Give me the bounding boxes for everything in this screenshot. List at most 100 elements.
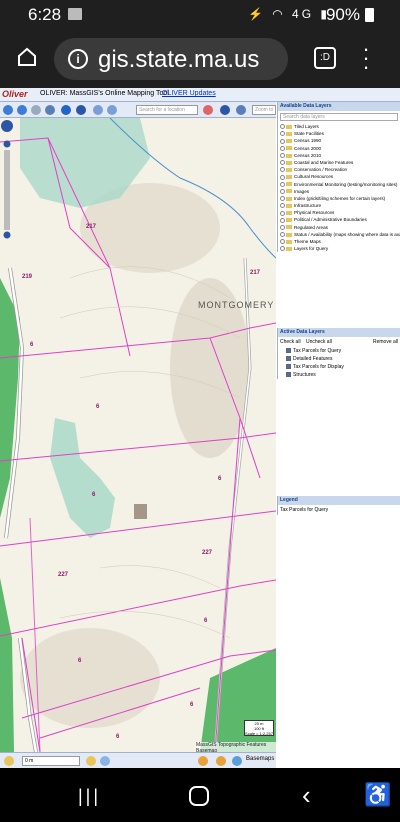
folder-icon: [286, 211, 292, 216]
uncheck-all-button[interactable]: Uncheck all: [306, 339, 332, 345]
layers-icon[interactable]: [232, 756, 242, 766]
expand-icon[interactable]: [280, 153, 285, 159]
layer-folder-label: Physical Resources: [294, 210, 335, 216]
clear-icon[interactable]: [203, 105, 213, 115]
info-icon[interactable]: i: [68, 49, 88, 69]
parcel-label: 227: [202, 550, 213, 556]
accessibility-icon[interactable]: ♿: [364, 782, 391, 808]
layer-folder-item[interactable]: Political / Administrative Boundaries: [278, 216, 400, 223]
overflow-menu-icon[interactable]: · · ·: [362, 38, 370, 78]
layer-folder-item[interactable]: Images: [278, 188, 400, 195]
layer-folder-item[interactable]: Regulated Areas: [278, 224, 400, 231]
back-icon[interactable]: ‹: [302, 780, 311, 811]
layer-folder-label: Cultural Resources: [294, 174, 334, 180]
pencil-icon[interactable]: [4, 756, 14, 766]
zoom-box-icon[interactable]: [31, 105, 41, 115]
info-tool-icon[interactable]: [220, 105, 230, 115]
folder-icon: [286, 146, 292, 151]
active-layer-item[interactable]: Structures: [278, 371, 400, 379]
expand-icon[interactable]: [280, 203, 285, 209]
layer-checkbox[interactable]: [286, 372, 291, 378]
expand-icon[interactable]: [280, 239, 285, 245]
expand-icon[interactable]: [280, 160, 285, 166]
layer-folder-label: Coastal and Marine Features: [294, 159, 354, 165]
folder-icon: [286, 131, 292, 136]
expand-icon[interactable]: [280, 196, 285, 202]
oliver-updates-link[interactable]: OLIVER Updates: [162, 90, 216, 97]
check-all-button[interactable]: Check all: [280, 339, 301, 345]
layer-folder-label: Status / Availability (maps showing wher…: [294, 231, 400, 237]
expand-icon[interactable]: [280, 246, 285, 252]
layer-folder-item[interactable]: Status / Availability (maps showing wher…: [278, 231, 400, 238]
identify-icon[interactable]: [76, 105, 86, 115]
home-icon[interactable]: [16, 46, 38, 68]
measure-icon[interactable]: [236, 105, 246, 115]
layer-folder-item[interactable]: Environmental Monitoring (testing/monito…: [278, 181, 400, 188]
layer-folder-item[interactable]: Census 2000: [278, 145, 400, 152]
expand-icon[interactable]: [280, 217, 285, 223]
layer-folder-item[interactable]: Tiled Layers: [278, 123, 400, 130]
active-layer-item[interactable]: Tax Parcels for Display: [278, 363, 400, 371]
expand-icon[interactable]: [280, 188, 285, 194]
active-layer-item[interactable]: Tax Parcels for Query: [278, 347, 400, 355]
basemaps-button[interactable]: Basemaps: [246, 756, 274, 762]
recent-apps-icon[interactable]: |||: [78, 786, 101, 807]
layer-checkbox[interactable]: [286, 348, 291, 354]
tab-switcher-button[interactable]: :D: [314, 47, 336, 69]
edit-icon[interactable]: [86, 756, 96, 766]
layer-folder-item[interactable]: Theme Maps: [278, 238, 400, 245]
expand-icon[interactable]: [280, 210, 285, 216]
layer-folder-label: Environmental Monitoring (testing/monito…: [294, 181, 398, 187]
home-nav-icon[interactable]: [189, 786, 209, 806]
active-layer-item[interactable]: Detailed Features: [278, 355, 400, 363]
location-search-input[interactable]: Search for a location: [136, 105, 198, 115]
layer-folder-item[interactable]: Infrastructure: [278, 202, 400, 209]
layer-folder-item[interactable]: Census 2010: [278, 152, 400, 159]
expand-icon[interactable]: [280, 181, 285, 187]
layer-folder-item[interactable]: Coastal and Marine Features: [278, 159, 400, 166]
zoom-out-icon[interactable]: [17, 105, 27, 115]
expand-icon[interactable]: [280, 131, 285, 137]
layer-folder-item[interactable]: Layers for Query: [278, 245, 400, 252]
undo-icon[interactable]: [93, 105, 103, 115]
layer-folder-item[interactable]: State Facilities: [278, 130, 400, 137]
redo-icon[interactable]: [107, 105, 117, 115]
map-view[interactable]: 217 219 217 6 6 6 6 227 227 6 6 6 6 6 6 …: [0, 118, 276, 752]
expand-icon[interactable]: [280, 224, 285, 230]
oliver-app: Oliver OLIVER: MassGIS's Online Mapping …: [0, 88, 400, 768]
expand-icon[interactable]: [280, 232, 285, 238]
zoom-to-input[interactable]: Zoom to a b: [252, 105, 276, 115]
layer-folder-item[interactable]: Index (grids/tiling schemes for certain …: [278, 195, 400, 202]
expand-icon[interactable]: [280, 138, 285, 144]
layer-search-input[interactable]: Search data layers: [280, 113, 398, 121]
layer-checkbox[interactable]: [286, 364, 291, 370]
expand-icon[interactable]: [280, 174, 285, 180]
zoom-slider[interactable]: [0, 118, 14, 242]
zoom-in-icon[interactable]: [3, 105, 13, 115]
print-icon[interactable]: [198, 756, 208, 766]
expand-icon[interactable]: [280, 145, 285, 151]
active-layers-tools: Check all Uncheck all Remove all: [278, 337, 400, 347]
settings-icon[interactable]: [216, 756, 226, 766]
layer-folder-item[interactable]: Census 1990: [278, 137, 400, 144]
expand-icon[interactable]: [280, 124, 285, 130]
expand-icon[interactable]: [280, 167, 285, 173]
shape-icon[interactable]: [100, 756, 110, 766]
layer-checkbox[interactable]: [286, 356, 291, 362]
folder-icon: [286, 175, 292, 180]
layer-folder-label: Regulated Areas: [294, 224, 328, 230]
layer-folder-item[interactable]: Physical Resources: [278, 209, 400, 216]
layer-folder-label: Layers for Query: [294, 246, 329, 252]
active-layer-label: Tax Parcels for Query: [293, 348, 342, 354]
layer-folder-item[interactable]: Conservation / Recreation: [278, 166, 400, 173]
full-extent-icon[interactable]: [61, 105, 71, 115]
structure-footprint[interactable]: [134, 504, 147, 519]
legend-header: Legend: [278, 496, 400, 505]
address-bar[interactable]: i gis.state.ma.us: [54, 38, 288, 80]
available-layers-panel: Available Data Layers Search data layers…: [277, 102, 400, 253]
remove-all-button[interactable]: Remove all: [373, 337, 398, 347]
pan-icon[interactable]: [45, 105, 55, 115]
measure-input[interactable]: 0 m: [22, 756, 80, 766]
url-text: gis.state.ma.us: [98, 46, 260, 73]
layer-folder-item[interactable]: Cultural Resources: [278, 173, 400, 180]
